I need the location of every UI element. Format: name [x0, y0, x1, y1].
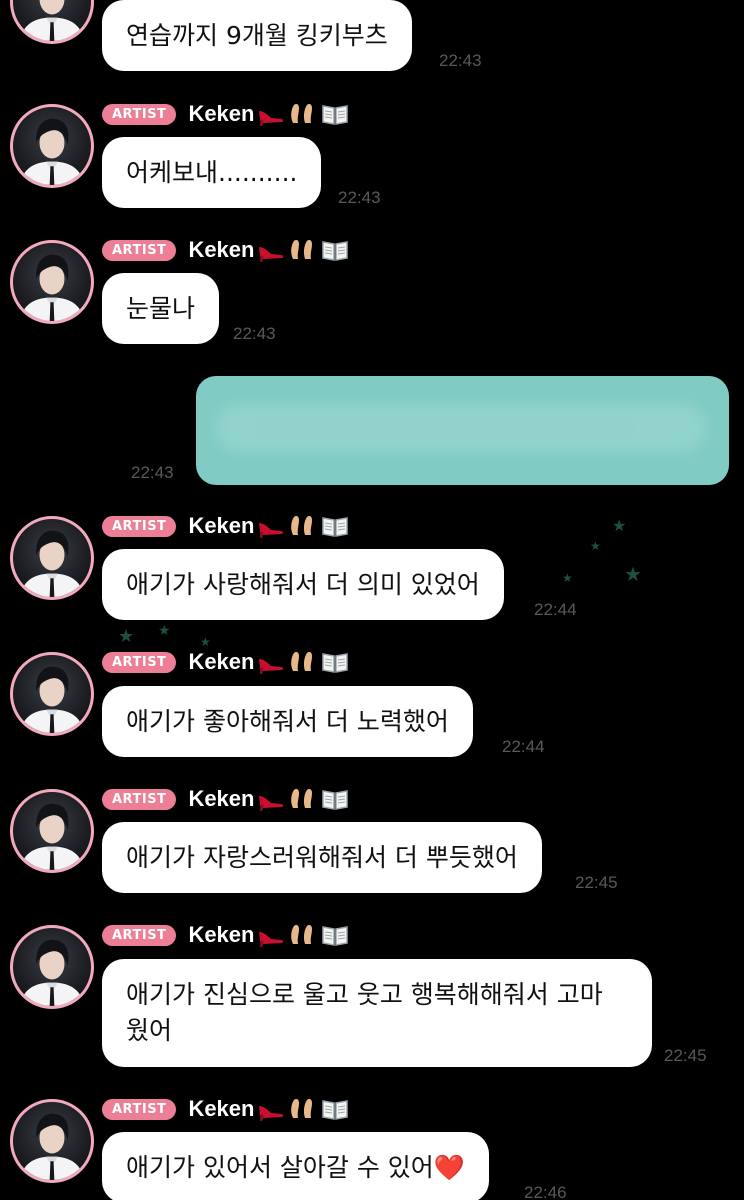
- feet-icon: [291, 789, 313, 808]
- sender-avatar[interactable]: [10, 925, 94, 1009]
- message-bubble[interactable]: 애기가 있어서 살아갈 수 있어❤️: [102, 1132, 489, 1200]
- message-text: 애기가 좋아해줘서 더 노력했어: [126, 706, 449, 736]
- feet-icon: [291, 925, 313, 944]
- message-bubble[interactable]: 눈물나: [102, 273, 220, 344]
- book-icon: [322, 926, 349, 946]
- message-timestamp: 22:45: [575, 873, 618, 892]
- message-timestamp: 22:43: [131, 463, 174, 482]
- book-icon: [322, 653, 349, 673]
- sender-avatar[interactable]: [10, 1099, 94, 1183]
- sender-row: ARTIST Keken: [102, 236, 349, 264]
- sender-avatar[interactable]: [10, 0, 94, 44]
- feet-icon: [291, 1099, 313, 1118]
- message-text: 애기가 자랑스러워해줘서 더 뿌듯했어: [126, 842, 518, 872]
- sender-row: ARTIST Keken: [102, 512, 349, 540]
- feet-icon: [291, 104, 313, 123]
- artist-badge: ARTIST: [102, 515, 177, 537]
- star-decoration: ★: [200, 635, 211, 649]
- message-timestamp: 22:45: [664, 1046, 707, 1065]
- sender-emojis: [257, 101, 349, 127]
- artist-badge: ARTIST: [102, 924, 177, 946]
- redaction-blur: [216, 404, 706, 452]
- sender-emojis: [257, 513, 349, 539]
- sender-row: ARTIST Keken: [102, 785, 349, 813]
- book-icon: [322, 241, 349, 261]
- sender-name: Keken: [188, 101, 255, 126]
- message-bubble[interactable]: 애기가 진심으로 울고 웃고 행복해해줘서 고마 웠어: [102, 959, 652, 1067]
- sender-avatar[interactable]: [10, 652, 94, 736]
- artist-badge: ARTIST: [102, 651, 177, 673]
- message-text: 어케보내..........: [126, 157, 298, 187]
- star-decoration: ★: [562, 571, 573, 585]
- sender-avatar[interactable]: [10, 104, 94, 188]
- book-icon: [322, 105, 349, 125]
- star-decoration: ★: [612, 516, 627, 535]
- sender-emojis: [257, 922, 349, 948]
- high-heel-icon: [259, 932, 284, 947]
- feet-icon: [291, 240, 313, 259]
- feet-icon: [291, 652, 313, 671]
- message-timestamp: 22:44: [534, 600, 577, 619]
- sender-avatar[interactable]: [10, 789, 94, 873]
- high-heel-icon: [259, 111, 284, 126]
- message-bubble[interactable]: 연습까지 9개월 킹키부츠: [102, 0, 412, 71]
- sender-emojis: [257, 786, 349, 812]
- star-decoration: ★: [624, 562, 642, 586]
- artist-badge: ARTIST: [102, 103, 177, 125]
- sender-row: ARTIST Keken: [102, 921, 349, 949]
- sender-avatar[interactable]: [10, 240, 94, 324]
- sender-avatar[interactable]: [10, 516, 94, 600]
- sender-name: Keken: [188, 237, 255, 262]
- sender-row: ARTIST Keken: [102, 1095, 349, 1123]
- book-icon: [322, 1100, 349, 1120]
- book-icon: [322, 517, 349, 537]
- message-text: 애기가 사랑해줘서 더 의미 있었어: [126, 569, 480, 599]
- message-text: 눈물나: [126, 293, 196, 323]
- sender-emojis: [257, 237, 349, 263]
- feet-icon: [291, 516, 313, 535]
- sender-emojis: [257, 649, 349, 675]
- star-decoration: ★: [118, 626, 135, 647]
- high-heel-icon: [259, 659, 284, 674]
- star-decoration: ★: [158, 623, 171, 639]
- sender-name: Keken: [188, 922, 255, 947]
- message-timestamp: 22:46: [524, 1183, 567, 1200]
- message-timestamp: 22:43: [439, 51, 482, 70]
- message-text: 애기가 진심으로 울고 웃고 행복해해줘서 고마 웠어: [126, 980, 603, 1045]
- artist-badge: ARTIST: [102, 1098, 177, 1120]
- high-heel-icon: [259, 247, 284, 262]
- message-text: 애기가 있어서 살아갈 수 있어❤️: [126, 1152, 465, 1182]
- high-heel-icon: [259, 1106, 284, 1121]
- message-bubble[interactable]: 어케보내..........: [102, 137, 322, 208]
- message-timestamp: 22:44: [502, 737, 545, 756]
- chat-view[interactable]: ★ ★ ★ ★ ★ ★ ★ 연습까지 9개월 킹키부츠 22:43 ARTIST…: [0, 0, 744, 1200]
- artist-badge: ARTIST: [102, 788, 177, 810]
- sender-name: Keken: [188, 513, 255, 538]
- book-icon: [322, 790, 349, 810]
- message-bubble[interactable]: 애기가 좋아해줘서 더 노력했어: [102, 686, 473, 757]
- sender-name: Keken: [188, 649, 255, 674]
- sender-row: ARTIST Keken: [102, 648, 349, 676]
- sender-emojis: [257, 1096, 349, 1122]
- message-timestamp: 22:43: [338, 188, 381, 207]
- message-bubble[interactable]: 애기가 사랑해줘서 더 의미 있었어: [102, 549, 504, 620]
- high-heel-icon: [259, 523, 284, 538]
- sent-message-bubble-redacted[interactable]: [196, 376, 729, 485]
- sender-name: Keken: [188, 786, 255, 811]
- star-decoration: ★: [590, 539, 601, 553]
- message-text: 연습까지 9개월 킹키부츠: [126, 20, 388, 50]
- sender-name: Keken: [188, 1096, 255, 1121]
- high-heel-icon: [259, 796, 284, 811]
- message-timestamp: 22:43: [233, 324, 276, 343]
- message-bubble[interactable]: 애기가 자랑스러워해줘서 더 뿌듯했어: [102, 822, 542, 893]
- sender-row: ARTIST Keken: [102, 100, 349, 128]
- artist-badge: ARTIST: [102, 239, 177, 261]
